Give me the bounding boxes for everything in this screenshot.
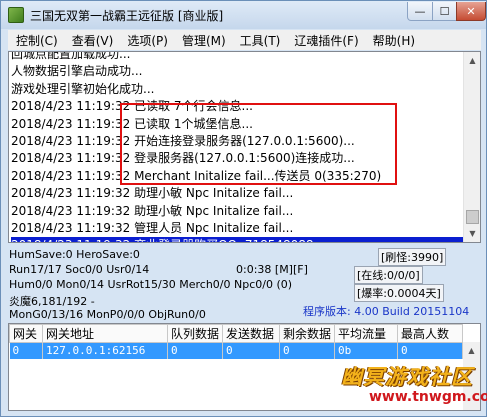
menu-options[interactable]: 选项(P)	[119, 32, 174, 49]
minimize-button[interactable]: —	[407, 2, 433, 21]
col-remaining[interactable]: 剩余数据	[279, 324, 336, 343]
log-message: 已读取 1个城堡信息...	[134, 116, 253, 131]
col-gateway[interactable]: 网关	[9, 324, 43, 343]
log-line: 2018/4/23 11:19:32 已读取 1个城堡信息...	[11, 116, 463, 133]
menu-manage[interactable]: 管理(M)	[174, 32, 232, 49]
cell-gateway: 0	[9, 342, 43, 359]
log-message: 助理小敏 Npc Initalize fail...	[134, 203, 294, 218]
log-message: 助理小敏 Npc Initalize fail...	[134, 186, 294, 201]
col-avg-traffic[interactable]: 平均流量	[334, 324, 399, 343]
log-timestamp: 2018/4/23 11:19:32	[11, 116, 131, 131]
log-message: Merchant Initalize fail...传送员 0(335:270)	[134, 168, 382, 183]
log-line: 2018/4/23 11:19:32 管理人员 Npc Initalize fa…	[11, 220, 463, 237]
log-timestamp: 2018/4/23 11:19:32	[11, 151, 131, 166]
log-message: 管理人员 Npc Initalize fail...	[134, 220, 294, 235]
status-save: HumSave:0 HeroSave:0	[9, 248, 140, 261]
log-line: 2018/4/23 11:19:32 开始连接登录服务器(127.0.0.1:5…	[11, 133, 463, 150]
log-line: 2018/4/23 11:19:32 商业登录器购买QQ: 718548088	[11, 237, 463, 242]
table-scrollbar[interactable]: ▲	[463, 342, 480, 410]
log-timestamp: 2018/4/23 11:19:32	[11, 220, 131, 235]
online-count: [在线:0/0/0]	[354, 266, 423, 284]
menu-bar: 控制(C) 查看(V) 选项(P) 管理(M) 工具(T) 辽魂插件(F) 帮助…	[8, 30, 481, 50]
log-line: 2018/4/23 11:19:32 助理小敏 Npc Initalize fa…	[11, 203, 463, 220]
app-icon	[8, 7, 24, 23]
log-line: 2018/4/23 11:19:32 助理小敏 Npc Initalize fa…	[11, 185, 463, 202]
col-max-users[interactable]: 最高人数	[397, 324, 464, 343]
menu-view[interactable]: 查看(V)	[64, 32, 120, 49]
col-address[interactable]: 网关地址	[42, 324, 168, 343]
version-label: 程序版本: 4.00 Build 20151104	[303, 305, 470, 318]
window-title: 三国无双第一战霸王远征版 [商业版]	[30, 9, 224, 23]
scroll-down-icon[interactable]: ▼	[464, 225, 480, 242]
table-row[interactable]: 0 127.0.0.1:62156 0 0 0 0b 0	[9, 342, 464, 359]
log-line: 人物数据引擎启动成功...	[11, 63, 463, 80]
log-timestamp: 2018/4/23 11:19:32	[11, 133, 131, 148]
log-lines: 回城点配置加载成功... 人物数据引擎启动成功... 游戏处理引擎初始化成功... 2…	[11, 51, 463, 242]
log-timestamp: 2018/4/23 11:19:32	[11, 99, 131, 114]
status-run: Run17/17 Soc0/0 Usr0/14	[9, 263, 150, 276]
log-line: 回城点配置加载成功...	[11, 51, 463, 63]
log-scrollbar[interactable]: ▲ ▼	[463, 52, 480, 242]
log-line: 2018/4/23 11:19:32 Merchant Initalize fa…	[11, 168, 463, 185]
menu-help[interactable]: 帮助(H)	[365, 32, 421, 49]
log-message: 已读取 7个行会信息...	[134, 99, 253, 114]
scroll-thumb[interactable]	[466, 210, 479, 224]
cell-remaining: 0	[279, 342, 336, 359]
drop-rate: [爆率:0.0004天]	[354, 284, 444, 302]
gateway-table[interactable]: 网关 网关地址 队列数据 发送数据 剩余数据 平均流量 最高人数 0 127.0…	[8, 323, 481, 411]
table-scroll-up-icon[interactable]: ▲	[463, 342, 480, 359]
log-line: 2018/4/23 11:19:32 登录服务器(127.0.0.1:5600)…	[11, 150, 463, 167]
cell-queue: 0	[167, 342, 224, 359]
log-timestamp: 2018/4/23 11:19:32	[11, 238, 130, 242]
status-hum: Hum0/0 Mon0/14 UsrRot15/30 Merch0/0 Npc0…	[9, 278, 293, 291]
log-timestamp: 2018/4/23 11:19:32	[11, 168, 131, 183]
log-message: 开始连接登录服务器(127.0.0.1:5600)...	[134, 133, 355, 148]
log-message: 游戏处理引擎初始化成功...	[11, 81, 155, 96]
log-line: 游戏处理引擎初始化成功...	[11, 81, 463, 98]
log-message: 人物数据引擎启动成功...	[11, 64, 143, 79]
log-panel[interactable]: 回城点配置加载成功... 人物数据引擎启动成功... 游戏处理引擎初始化成功... 2…	[8, 51, 481, 243]
log-timestamp: 2018/4/23 11:19:32	[11, 203, 131, 218]
table-header-row: 网关 网关地址 队列数据 发送数据 剩余数据 平均流量 最高人数	[9, 324, 464, 343]
cell-sent: 0	[222, 342, 281, 359]
refresh-count: [刷怪:3990]	[378, 248, 447, 266]
menu-tools[interactable]: 工具(T)	[232, 32, 287, 49]
log-message: 登录服务器(127.0.0.1:5600)连接成功...	[134, 151, 355, 166]
cell-address: 127.0.0.1:62156	[42, 342, 168, 359]
menu-control[interactable]: 控制(C)	[8, 32, 64, 49]
log-message: 回城点配置加载成功...	[11, 51, 131, 61]
menu-plugins[interactable]: 辽魂插件(F)	[286, 32, 364, 49]
log-timestamp: 2018/4/23 11:19:32	[11, 186, 131, 201]
log-message: 商业登录器购买QQ: 718548088	[134, 238, 313, 242]
status-runtime: 0:0:38 [M][F]	[236, 263, 308, 276]
status-panel: HumSave:0 HeroSave:0 Run17/17 Soc0/0 Usr…	[8, 245, 481, 323]
close-button[interactable]: ✕	[456, 2, 486, 21]
maximize-button[interactable]: ☐	[432, 2, 457, 21]
cell-max-users: 0	[397, 342, 464, 359]
status-mon: MonG0/13/16 MonP0/0/0 ObjRun0/0	[9, 308, 206, 321]
title-bar[interactable]: 三国无双第一战霸王远征版 [商业版] — ☐ ✕	[1, 1, 486, 29]
scroll-up-icon[interactable]: ▲	[464, 52, 480, 69]
log-line: 2018/4/23 11:19:32 已读取 7个行会信息...	[11, 98, 463, 115]
col-sent[interactable]: 发送数据	[222, 324, 281, 343]
main-window: 三国无双第一战霸王远征版 [商业版] — ☐ ✕ 控制(C) 查看(V) 选项(…	[0, 0, 487, 417]
status-boss: 炎魔6,181/192 -	[9, 295, 95, 308]
cell-avg-traffic: 0b	[334, 342, 399, 359]
col-queue[interactable]: 队列数据	[166, 324, 224, 343]
